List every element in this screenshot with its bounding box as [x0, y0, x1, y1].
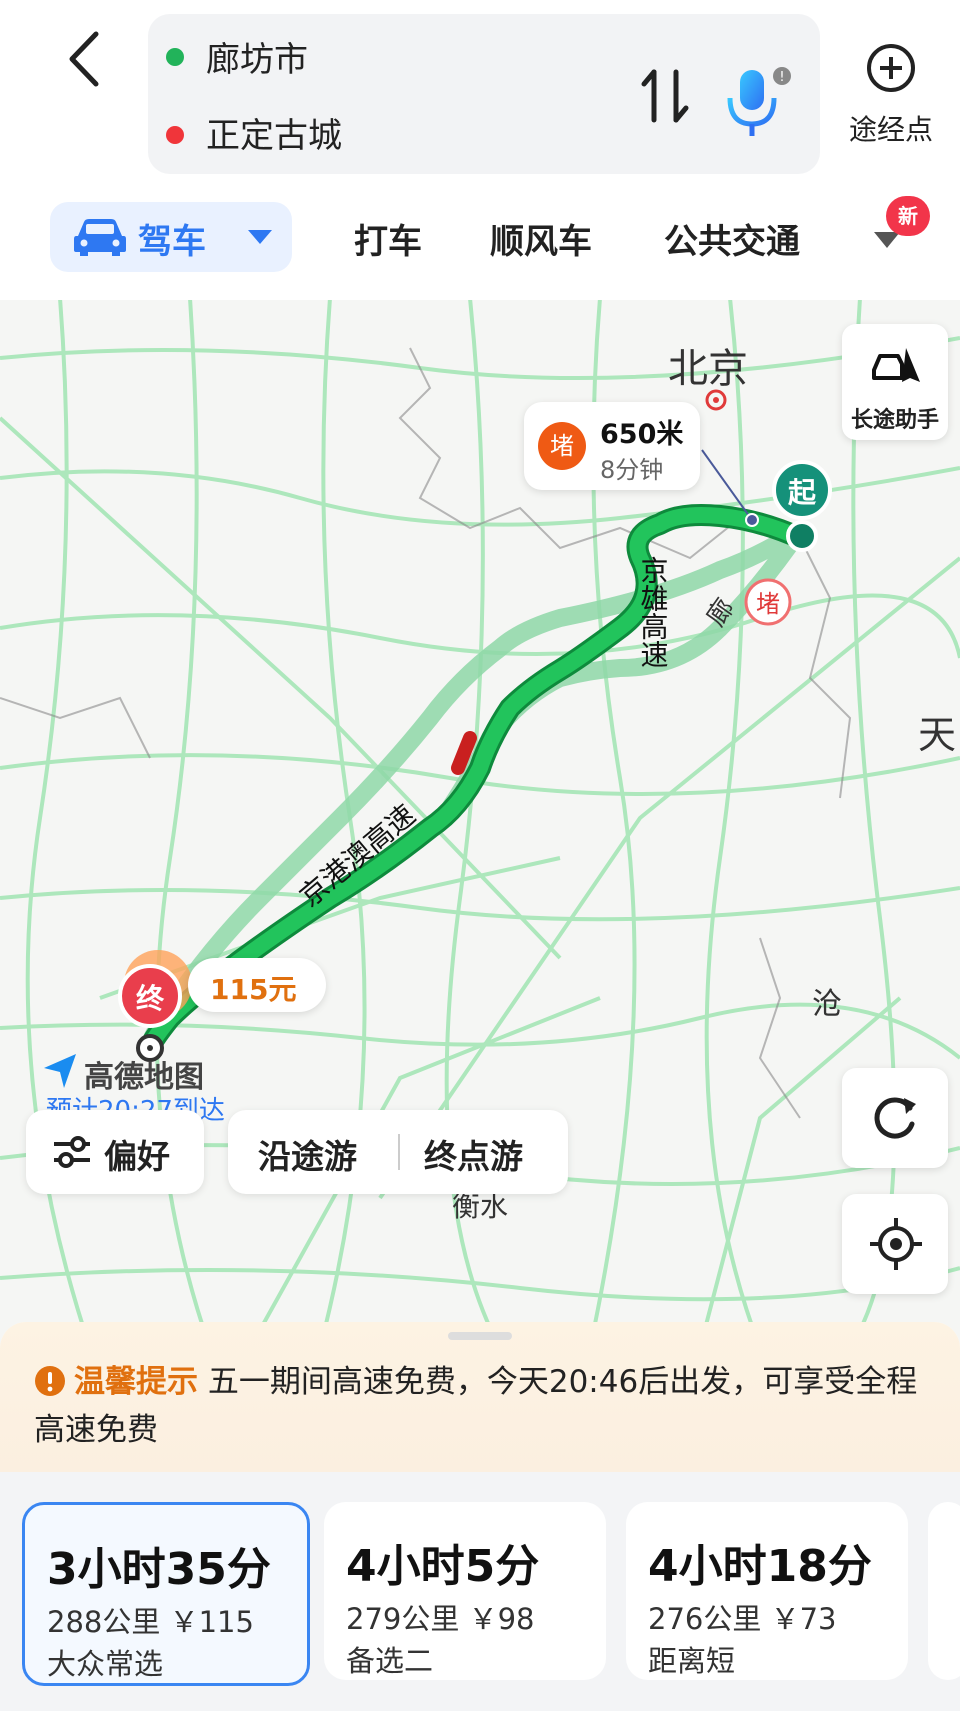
destination-input[interactable]: 正定古城	[206, 108, 342, 157]
plan-duration: 3小时35分	[47, 1544, 271, 1595]
map-label-hengshui: 衡水	[452, 1190, 508, 1223]
route-panel: 温馨提示 五一期间高速免费，今天20:46后出发，可享受全程高速免费 3小时35…	[0, 1322, 960, 1711]
transport-mode-tabs: 驾车 打车 顺风车 公共交通 新	[0, 196, 960, 280]
jam-marker: 堵	[756, 590, 780, 618]
route-plan-card[interactable]: 4小时5分 279公里 ￥98 备选二	[324, 1502, 606, 1680]
new-badge: 新	[886, 196, 930, 236]
pill-divider	[398, 1134, 400, 1170]
route-plan-card[interactable]: 3小时35分 288公里 ￥115 大众常选	[22, 1502, 310, 1686]
refresh-icon	[874, 1097, 916, 1139]
route-input-box: 廊坊市 正定古城 !	[148, 14, 820, 174]
warning-icon	[35, 1366, 65, 1396]
jam-badge: 堵	[538, 422, 586, 470]
assistant-label: 长途助手	[850, 408, 939, 433]
crosshair-icon	[870, 1218, 922, 1270]
tour-options-pill: 沿途游 终点游	[228, 1110, 568, 1194]
tab-taxi[interactable]: 打车	[354, 214, 422, 263]
start-marker: 起	[788, 476, 817, 509]
preference-label: 偏好	[104, 1137, 170, 1176]
back-button[interactable]	[58, 24, 118, 94]
route-plans: 3小时35分 288公里 ￥115 大众常选 4小时5分 279公里 ￥98 备…	[0, 1472, 960, 1711]
plan-duration: 4小时18分	[648, 1541, 872, 1592]
along-tour-button[interactable]: 沿途游	[258, 1130, 357, 1178]
plan-duration: 4小时5分	[346, 1541, 540, 1592]
map-label-tianjin: 天	[918, 713, 956, 757]
route-plan-card-partial[interactable]	[928, 1502, 960, 1680]
destination-dot	[166, 126, 184, 144]
tip-banner: 温馨提示 五一期间高速免费，今天20:46后出发，可享受全程高速免费	[0, 1322, 960, 1472]
chevron-left-icon	[69, 31, 99, 87]
locate-button[interactable]	[842, 1194, 948, 1294]
drag-handle[interactable]	[448, 1332, 512, 1340]
tab-drive[interactable]: 驾车	[50, 202, 292, 272]
plan-tag: 备选二	[346, 1644, 434, 1678]
long-trip-assistant-button[interactable]: 长途助手	[842, 324, 948, 440]
tip-title: 温馨提示	[74, 1364, 198, 1400]
plus-circle-icon	[867, 44, 915, 92]
origin-input[interactable]: 廊坊市	[206, 32, 308, 81]
route-map[interactable]: 北京 天 沧 衡水 京雄高速 京港澳高速 廊 堵 起 终 堵 650米 8分钟 …	[0, 298, 960, 1348]
amap-logo-icon	[44, 1054, 76, 1088]
jam-duration: 8分钟	[600, 456, 664, 484]
plan-distance-toll: 276公里 ￥73	[648, 1602, 837, 1636]
preference-button[interactable]: 偏好	[26, 1110, 204, 1194]
plan-tag: 距离短	[648, 1644, 736, 1678]
top-header: 廊坊市 正定古城 ! 途经点 驾车 打车 顺风车 公共交通 新	[0, 0, 960, 300]
origin-dot	[166, 48, 184, 66]
highway-label-jingxiong: 京雄高速	[637, 556, 670, 668]
route-plan-card[interactable]: 4小时18分 276公里 ￥73 距离短	[626, 1502, 908, 1680]
waypoint-label: 途经点	[848, 113, 933, 146]
plan-distance-toll: 288公里 ￥115	[47, 1605, 254, 1639]
svg-text:!: !	[779, 70, 784, 85]
plan-distance-toll: 279公里 ￥98	[346, 1602, 535, 1636]
swap-arrows-icon	[641, 69, 689, 123]
toll-amount: 115元	[210, 973, 297, 1006]
voice-input-button[interactable]: !	[722, 62, 792, 142]
map-label-cangzhou: 沧	[812, 987, 842, 1022]
tab-public-transit[interactable]: 公共交通	[664, 214, 800, 263]
end-marker: 终	[136, 982, 165, 1015]
plan-tag: 大众常选	[47, 1647, 164, 1681]
sliders-icon	[54, 1136, 90, 1168]
tip-text: 温馨提示 五一期间高速免费，今天20:46后出发，可享受全程高速免费	[34, 1358, 934, 1454]
car-icon	[74, 219, 126, 256]
swap-button[interactable]	[640, 64, 692, 128]
microphone-icon: !	[727, 67, 791, 136]
refresh-button[interactable]	[842, 1068, 948, 1168]
toll-bubble: 115元	[188, 958, 326, 1012]
caret-down-icon	[248, 230, 272, 244]
tab-carpool[interactable]: 顺风车	[490, 214, 592, 263]
tab-drive-label: 驾车	[138, 222, 206, 262]
map-label-beijing: 北京	[668, 346, 748, 392]
destination-tour-button[interactable]: 终点游	[424, 1130, 523, 1178]
jam-distance: 650米	[600, 419, 684, 450]
jam-info-bubble[interactable]: 堵 650米 8分钟	[524, 402, 700, 490]
add-waypoint-button[interactable]: 途经点	[836, 40, 946, 150]
car-route-icon	[872, 348, 920, 382]
